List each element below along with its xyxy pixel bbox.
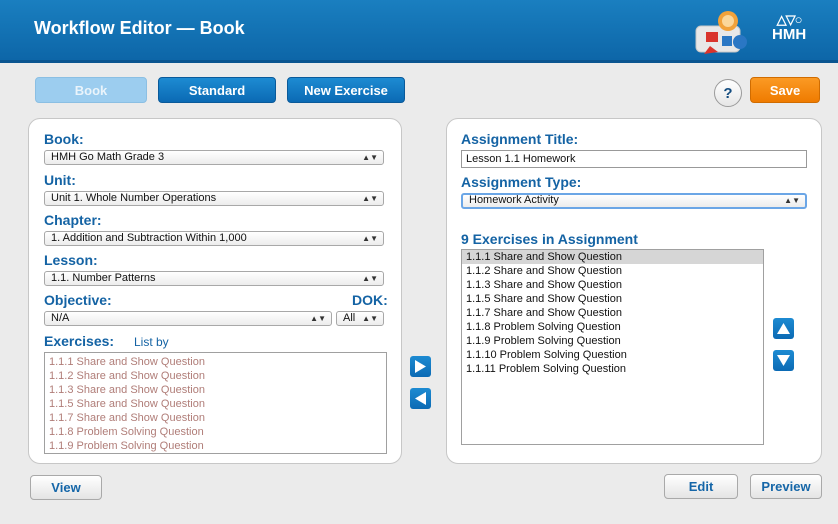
assignment-title-input[interactable]: Lesson 1.1 Homework: [461, 150, 807, 168]
book-label: Book:: [44, 131, 84, 147]
standard-tab-button[interactable]: Standard: [158, 77, 276, 103]
view-button[interactable]: View: [30, 475, 102, 500]
arrow-up-icon: [777, 323, 790, 334]
assignment-type-label: Assignment Type:: [461, 174, 582, 190]
mascot-icon: [695, 11, 747, 54]
exercises-list[interactable]: 1.1.1 Share and Show Question 1.1.2 Shar…: [44, 352, 387, 454]
dok-select-value: All: [343, 312, 356, 324]
help-button[interactable]: ?: [714, 79, 742, 107]
arrow-down-icon: [777, 355, 790, 366]
header-bar: Workflow Editor — Book △▽○ HMH: [0, 0, 838, 63]
objective-select-value: N/A: [51, 312, 70, 324]
brand-name: HMH: [772, 26, 807, 43]
list-item[interactable]: 1.1.10 Problem Solving Question: [462, 348, 763, 362]
unit-select[interactable]: Unit 1. Whole Number Operations ▲▼: [44, 191, 384, 206]
lesson-label: Lesson:: [44, 252, 98, 268]
list-item[interactable]: 1.1.8 Problem Solving Question: [462, 320, 763, 334]
lesson-select[interactable]: 1.1. Number Patterns ▲▼: [44, 271, 384, 286]
move-down-button[interactable]: [773, 350, 794, 371]
list-by-link[interactable]: List by: [134, 335, 169, 349]
list-item[interactable]: 1.1.8 Problem Solving Question: [45, 425, 386, 439]
list-item[interactable]: 1.1.3 Share and Show Question: [462, 278, 763, 292]
list-item[interactable]: 1.1.3 Share and Show Question: [45, 383, 386, 397]
edit-button[interactable]: Edit: [664, 474, 738, 499]
arrow-right-icon: [415, 360, 426, 373]
lesson-select-value: 1.1. Number Patterns: [51, 272, 156, 284]
list-item[interactable]: 1.1.7 Share and Show Question: [45, 411, 386, 425]
unit-label: Unit:: [44, 172, 76, 188]
book-select-value: HMH Go Math Grade 3: [51, 151, 165, 163]
list-item[interactable]: 1.1.9 Problem Solving Question: [462, 334, 763, 348]
unit-select-value: Unit 1. Whole Number Operations: [51, 192, 217, 204]
list-item[interactable]: 1.1.5 Share and Show Question: [462, 292, 763, 306]
updown-arrow-icon: ▲▼: [310, 314, 326, 323]
updown-arrow-icon: ▲▼: [362, 314, 378, 323]
list-item[interactable]: 1.1.7 Share and Show Question: [462, 306, 763, 320]
assignment-type-value: Homework Activity: [469, 194, 559, 206]
list-item[interactable]: 1.1.9 Problem Solving Question: [45, 439, 386, 453]
hmh-logo: △▽○ HMH: [772, 12, 807, 43]
assignment-list-heading: 9 Exercises in Assignment: [461, 231, 638, 247]
objective-label: Objective:: [44, 292, 112, 308]
chapter-select[interactable]: 1. Addition and Subtraction Within 1,000…: [44, 231, 384, 246]
updown-arrow-icon: ▲▼: [362, 153, 378, 162]
book-select[interactable]: HMH Go Math Grade 3 ▲▼: [44, 150, 384, 165]
exercises-label: Exercises:: [44, 333, 115, 349]
updown-arrow-icon: ▲▼: [362, 274, 378, 283]
book-tab-button[interactable]: Book: [35, 77, 147, 103]
updown-arrow-icon: ▲▼: [362, 234, 378, 243]
list-item[interactable]: 1.1.1 Share and Show Question: [45, 355, 386, 369]
list-item[interactable]: 1.1.1 Share and Show Question: [462, 250, 763, 264]
dok-label: DOK:: [352, 292, 388, 308]
assignment-type-select[interactable]: Homework Activity ▲▼: [461, 193, 807, 209]
list-item[interactable]: 1.1.2 Share and Show Question: [45, 369, 386, 383]
assignment-exercises-list[interactable]: 1.1.1 Share and Show Question 1.1.2 Shar…: [461, 249, 764, 445]
add-to-assignment-button[interactable]: [410, 356, 431, 377]
dok-select[interactable]: All ▲▼: [336, 311, 384, 326]
arrow-left-icon: [415, 392, 426, 405]
list-item[interactable]: 1.1.2 Share and Show Question: [462, 264, 763, 278]
save-button[interactable]: Save: [750, 77, 820, 103]
move-up-button[interactable]: [773, 318, 794, 339]
updown-arrow-icon: ▲▼: [362, 194, 378, 203]
list-item[interactable]: 1.1.11 Problem Solving Question: [462, 362, 763, 376]
updown-arrow-icon: ▲▼: [784, 196, 800, 205]
assignment-title-label: Assignment Title:: [461, 131, 579, 147]
objective-select[interactable]: N/A ▲▼: [44, 311, 332, 326]
new-exercise-button[interactable]: New Exercise: [287, 77, 405, 103]
chapter-label: Chapter:: [44, 212, 102, 228]
chapter-select-value: 1. Addition and Subtraction Within 1,000: [51, 232, 247, 244]
remove-from-assignment-button[interactable]: [410, 388, 431, 409]
page-title: Workflow Editor — Book: [34, 18, 245, 38]
list-item[interactable]: 1.1.5 Share and Show Question: [45, 397, 386, 411]
preview-button[interactable]: Preview: [750, 474, 822, 499]
